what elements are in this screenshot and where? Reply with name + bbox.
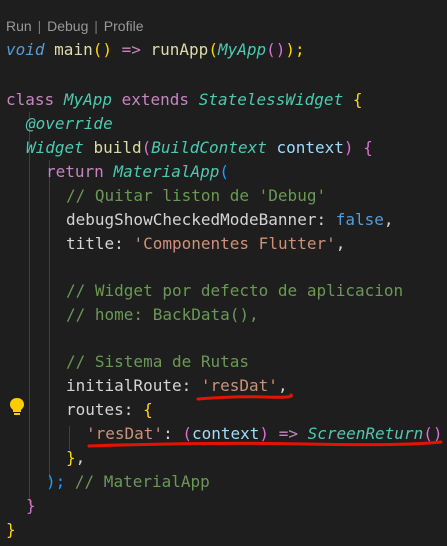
codelens-separator: |	[33, 18, 46, 34]
property-name: initialRoute	[66, 376, 182, 395]
comment: // home: BackData(),	[66, 305, 259, 324]
code-line-20[interactable]: }	[26, 494, 36, 518]
bracket: )	[343, 138, 354, 157]
code-line-9[interactable]: title: 'Componentes Flutter',	[66, 232, 345, 256]
code-line-14[interactable]: // Sistema de Rutas	[66, 350, 249, 374]
bracket: (	[208, 40, 218, 59]
codelens-run[interactable]: Run	[6, 18, 32, 34]
punctuation: ,	[335, 234, 346, 253]
bracket: {	[363, 138, 373, 157]
property-name: title	[66, 234, 115, 253]
code-line-1[interactable]: void main() => runApp(MyApp());	[6, 38, 305, 62]
property-name: routes	[66, 400, 124, 419]
indent-guide	[29, 112, 30, 504]
type-myapp: MyApp	[217, 40, 267, 59]
literal-false: false	[335, 210, 384, 229]
indent-guide	[49, 160, 50, 480]
function-build: build	[93, 138, 142, 157]
comment: // Quitar liston de 'Debug'	[66, 186, 327, 205]
bracket: (	[141, 138, 152, 157]
punctuation: ,	[75, 448, 86, 467]
keyword-class: class	[6, 90, 55, 109]
string-literal: 'Componentes Flutter'	[133, 234, 336, 253]
code-line-11[interactable]: // Widget por defecto de aplicacion	[66, 279, 403, 303]
code-line-18[interactable]: },	[66, 446, 85, 470]
arrow-operator: =>	[121, 40, 141, 59]
punctuation: :	[123, 400, 134, 419]
annotation-override: @override	[26, 114, 113, 133]
red-underline-initialroute	[196, 393, 293, 401]
bracket: }	[26, 496, 36, 515]
code-line-7[interactable]: // Quitar liston de 'Debug'	[66, 184, 326, 208]
codelens-profile[interactable]: Profile	[104, 18, 144, 34]
function-main: main	[54, 40, 93, 59]
bracket: {	[352, 90, 363, 109]
bracket: {	[143, 400, 153, 419]
punctuation: ,	[383, 210, 394, 229]
code-line-8[interactable]: debugShowCheckedModeBanner: false,	[66, 208, 394, 232]
code-line-5[interactable]: Widget build(BuildContext context) {	[26, 136, 373, 160]
function-runapp: runApp	[150, 40, 209, 59]
type-widget: Widget	[26, 138, 84, 157]
param-context: context	[276, 138, 344, 157]
keyword-extends: extends	[121, 90, 190, 109]
codelens-bar: Run | Debug | Profile	[6, 18, 143, 34]
bracket: ()	[266, 40, 286, 59]
lightbulb-icon[interactable]	[8, 397, 26, 417]
code-line-3[interactable]: class MyApp extends StatelessWidget {	[6, 88, 362, 112]
codelens-separator: |	[90, 18, 102, 34]
comment: // MaterialApp	[74, 472, 210, 491]
code-line-21[interactable]: }	[6, 518, 16, 542]
code-line-6[interactable]: return MaterialApp(	[46, 160, 229, 184]
punctuation: :	[181, 376, 192, 395]
code-line-4[interactable]: @override	[26, 112, 113, 136]
class-name: MyApp	[63, 90, 112, 109]
bracket: ()	[92, 40, 122, 59]
bracket: }	[66, 448, 76, 467]
red-underline-route-entry	[87, 440, 443, 448]
superclass-name: StatelessWidget	[198, 90, 344, 109]
bracket: );	[46, 472, 66, 491]
code-line-12[interactable]: // home: BackData(),	[66, 303, 259, 327]
comment: // Widget por defecto de aplicacion	[66, 281, 404, 300]
comment: // Sistema de Rutas	[66, 352, 250, 371]
keyword-return: return	[46, 162, 104, 181]
type-buildcontext: BuildContext	[151, 138, 267, 157]
bracket: (	[219, 162, 230, 181]
codelens-debug[interactable]: Debug	[47, 18, 88, 34]
bracket: }	[6, 520, 16, 539]
property-name: debugShowCheckedModeBanner	[66, 210, 317, 229]
punctuation: :	[114, 234, 124, 253]
bracket: );	[285, 40, 305, 59]
code-line-19[interactable]: ); // MaterialApp	[46, 470, 210, 494]
keyword-void: void	[6, 40, 45, 59]
constructor-materialapp: MaterialApp	[113, 162, 220, 181]
punctuation: :	[316, 210, 327, 229]
code-line-16[interactable]: routes: {	[66, 398, 153, 422]
